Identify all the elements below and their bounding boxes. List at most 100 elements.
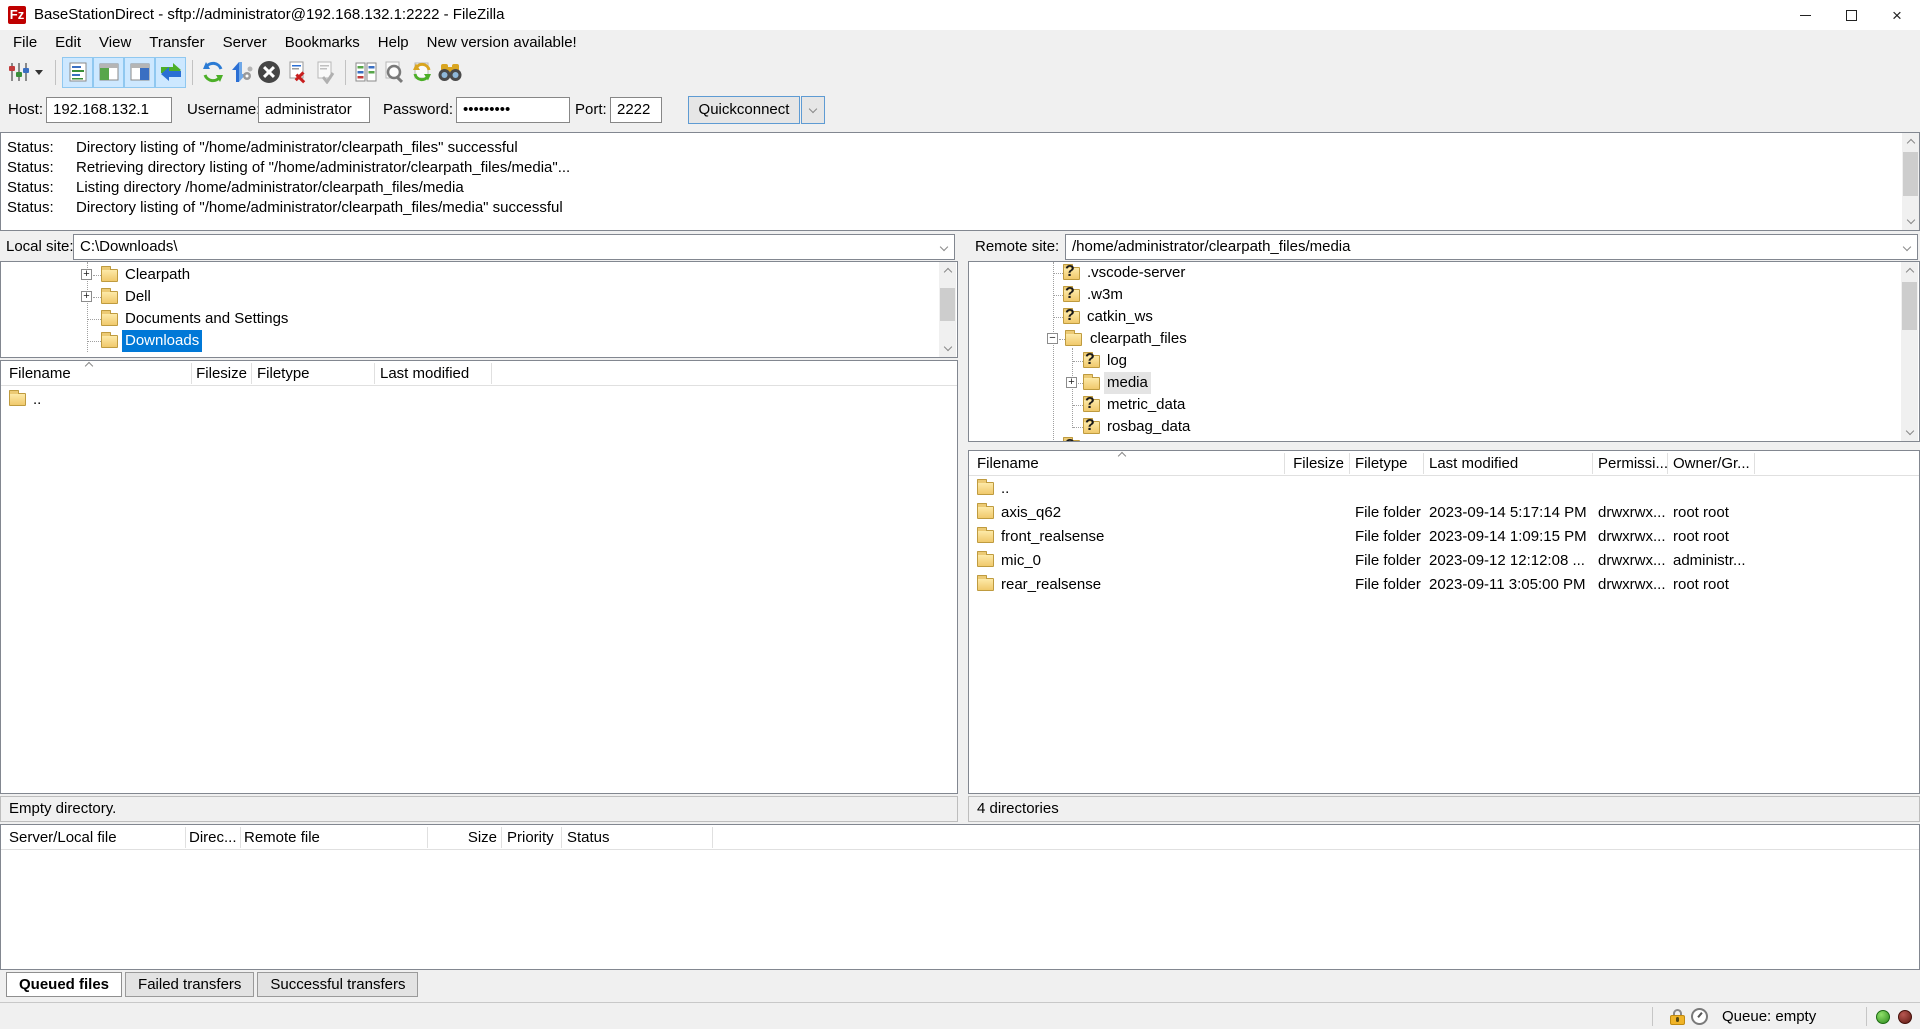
- close-button[interactable]: ×: [1874, 0, 1920, 30]
- log-scrollbar[interactable]: [1902, 133, 1919, 230]
- tree-item-label[interactable]: clearpath_files: [1087, 328, 1190, 350]
- remote-tree-item-catkin-ws[interactable]: ? catkin_ws: [969, 306, 1894, 328]
- filename-cell[interactable]: rear_realsense: [1001, 573, 1101, 597]
- column-header-status[interactable]: Status: [567, 825, 610, 850]
- tree-item-label[interactable]: Clearpath: [122, 264, 193, 286]
- column-header-permissions[interactable]: Permissi...: [1598, 451, 1668, 476]
- column-divider[interactable]: [1349, 453, 1350, 474]
- filename-cell[interactable]: ..: [1001, 477, 1009, 501]
- scrollbar-thumb[interactable]: [1903, 152, 1918, 196]
- toggle-transfer-queue-icon[interactable]: [155, 57, 186, 88]
- local-site-combo[interactable]: C:\Downloads\: [73, 234, 955, 260]
- local-tree-item-dell[interactable]: + Dell: [1, 286, 931, 308]
- username-input[interactable]: administrator: [258, 97, 370, 123]
- column-divider[interactable]: [1592, 453, 1593, 474]
- disconnect-icon[interactable]: [283, 58, 311, 86]
- tree-item-label[interactable]: Dell: [122, 286, 154, 308]
- speed-limits-icon[interactable]: [1691, 1008, 1708, 1025]
- remote-tree-item-metric-data[interactable]: ? metric_data: [969, 394, 1894, 416]
- lock-icon[interactable]: [1670, 1009, 1685, 1025]
- local-tree-scrollbar[interactable]: [939, 262, 956, 357]
- column-divider[interactable]: [501, 827, 502, 848]
- tree-item-label[interactable]: rosbag_data: [1104, 416, 1193, 438]
- column-header-server-local-file[interactable]: Server/Local file: [9, 825, 117, 850]
- remote-tree-scrollbar[interactable]: [1901, 262, 1918, 441]
- maximize-button[interactable]: [1828, 0, 1874, 30]
- tab-successful-transfers[interactable]: Successful transfers: [257, 972, 418, 997]
- menu-help[interactable]: Help: [369, 30, 418, 55]
- menu-view[interactable]: View: [90, 30, 140, 55]
- column-header-priority[interactable]: Priority: [507, 825, 554, 850]
- menu-edit[interactable]: Edit: [46, 30, 90, 55]
- menu-server[interactable]: Server: [214, 30, 276, 55]
- expand-icon[interactable]: +: [81, 269, 92, 280]
- tab-failed-transfers[interactable]: Failed transfers: [125, 972, 254, 997]
- find-files-icon[interactable]: [436, 58, 464, 86]
- menu-bookmarks[interactable]: Bookmarks: [276, 30, 369, 55]
- filename-cell[interactable]: ..: [33, 388, 41, 412]
- column-divider[interactable]: [240, 827, 241, 848]
- scrollbar-thumb[interactable]: [940, 288, 955, 321]
- column-divider[interactable]: [1667, 453, 1668, 474]
- tree-item-label[interactable]: catkin_ws: [1084, 306, 1156, 328]
- quickconnect-dropdown-button[interactable]: [801, 96, 825, 124]
- local-tree-item-clearpath[interactable]: + Clearpath: [1, 264, 931, 286]
- scroll-up-icon[interactable]: [939, 262, 956, 279]
- chevron-down-icon[interactable]: [1903, 243, 1911, 251]
- scroll-up-icon[interactable]: [1902, 133, 1919, 150]
- column-header-owner-group[interactable]: Owner/Gr...: [1673, 451, 1750, 476]
- column-divider[interactable]: [1754, 453, 1755, 474]
- tree-item-label[interactable]: metric_data: [1104, 394, 1188, 416]
- remote-tree-item-partial[interactable]: ?: [969, 438, 1894, 442]
- expand-icon[interactable]: +: [1066, 377, 1077, 388]
- column-divider[interactable]: [712, 827, 713, 848]
- tree-item-label[interactable]: Documents and Settings: [122, 308, 291, 330]
- site-manager-dropdown-icon[interactable]: [35, 70, 43, 75]
- filename-cell[interactable]: mic_0: [1001, 549, 1041, 573]
- remote-tree-item-vscode-server[interactable]: ? .vscode-server: [969, 262, 1894, 284]
- filename-filters-icon[interactable]: [380, 58, 408, 86]
- scroll-down-icon[interactable]: [1902, 213, 1919, 230]
- quickconnect-button[interactable]: Quickconnect: [688, 96, 800, 124]
- remote-site-combo[interactable]: /home/administrator/clearpath_files/medi…: [1065, 234, 1918, 260]
- collapse-icon[interactable]: −: [1047, 333, 1058, 344]
- remote-tree-item-rosbag-data[interactable]: ? rosbag_data: [969, 416, 1894, 438]
- remote-file-row-mic-0[interactable]: mic_0 File folder 2023-09-12 12:12:08 ..…: [969, 549, 1919, 573]
- tree-item-label-selected[interactable]: media: [1104, 372, 1151, 394]
- scrollbar-thumb[interactable]: [1902, 282, 1917, 330]
- column-divider[interactable]: [427, 827, 428, 848]
- column-header-filename[interactable]: Filename: [977, 451, 1039, 476]
- synchronized-browsing-icon[interactable]: [408, 58, 436, 86]
- remote-file-row-parent[interactable]: ..: [969, 477, 1919, 501]
- local-tree-item-downloads[interactable]: Downloads: [1, 330, 931, 352]
- remote-file-row-axis-q62[interactable]: axis_q62 File folder 2023-09-14 5:17:14 …: [969, 501, 1919, 525]
- toggle-local-tree-icon[interactable]: [93, 57, 124, 88]
- port-input[interactable]: 2222: [610, 97, 662, 123]
- host-input[interactable]: 192.168.132.1: [46, 97, 172, 123]
- tab-queued-files[interactable]: Queued files: [6, 972, 122, 997]
- toggle-message-log-icon[interactable]: [62, 57, 93, 88]
- column-header-last-modified[interactable]: Last modified: [380, 361, 469, 386]
- column-header-direction[interactable]: Direc...: [189, 825, 237, 850]
- remote-tree-item-w3m[interactable]: ? .w3m: [969, 284, 1894, 306]
- remote-file-row-rear-realsense[interactable]: rear_realsense File folder 2023-09-11 3:…: [969, 573, 1919, 597]
- column-header-remote-file[interactable]: Remote file: [244, 825, 320, 850]
- menu-transfer[interactable]: Transfer: [140, 30, 213, 55]
- minimize-button[interactable]: [1782, 0, 1828, 30]
- column-divider[interactable]: [251, 363, 252, 384]
- chevron-down-icon[interactable]: [940, 243, 948, 251]
- reconnect-icon[interactable]: [311, 58, 339, 86]
- scroll-down-icon[interactable]: [939, 340, 956, 357]
- column-divider[interactable]: [561, 827, 562, 848]
- tree-item-label[interactable]: log: [1104, 350, 1130, 372]
- remote-tree-item-clearpath-files[interactable]: − clearpath_files: [969, 328, 1894, 350]
- toggle-remote-tree-icon[interactable]: [124, 57, 155, 88]
- scroll-up-icon[interactable]: [1901, 262, 1918, 279]
- filename-cell[interactable]: front_realsense: [1001, 525, 1104, 549]
- remote-tree-item-log[interactable]: ? log: [969, 350, 1894, 372]
- filename-cell[interactable]: axis_q62: [1001, 501, 1061, 525]
- column-divider[interactable]: [491, 363, 492, 384]
- site-manager-icon[interactable]: [5, 58, 33, 86]
- cancel-icon[interactable]: [255, 58, 283, 86]
- column-header-size[interactable]: Size: [431, 825, 497, 850]
